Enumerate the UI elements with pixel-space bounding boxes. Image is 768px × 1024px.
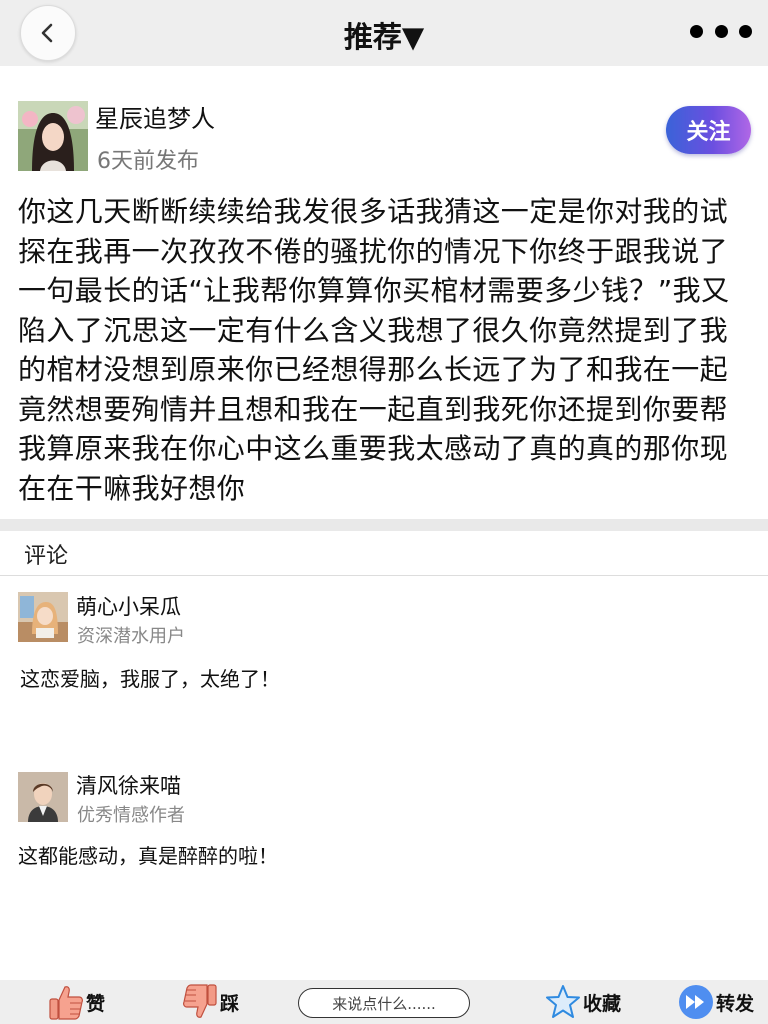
fast-forward-icon xyxy=(679,985,713,1019)
comment-text: 这恋爱脑，我服了，太绝了！ xyxy=(20,667,280,691)
feed-selector[interactable]: 推荐▼ xyxy=(0,14,768,56)
author-name[interactable]: 星辰追梦人 xyxy=(95,99,215,134)
commenter-title: 资深潜水用户 xyxy=(77,626,185,647)
author-avatar[interactable] xyxy=(18,101,88,171)
comment-input[interactable]: 来说点什么...... xyxy=(298,988,470,1018)
more-dots-icon[interactable] xyxy=(690,24,752,38)
commenter-name[interactable]: 清风徐来喵 xyxy=(76,770,181,800)
commenter-name[interactable]: 萌心小呆瓜 xyxy=(76,591,181,621)
top-bar: 推荐▼ xyxy=(0,0,768,66)
thumbs-up-icon xyxy=(49,986,83,1020)
divider xyxy=(0,575,768,576)
share-label: 转发 xyxy=(716,992,755,1015)
like-label: 赞 xyxy=(86,992,106,1015)
thumbs-down-icon xyxy=(183,984,217,1018)
dislike-label: 踩 xyxy=(220,992,240,1015)
comment-text: 这都能感动，真是醉醉的啦！ xyxy=(18,844,278,868)
commenter-avatar[interactable] xyxy=(18,772,68,822)
favorite-button[interactable]: 收藏 xyxy=(545,980,621,1024)
dislike-button[interactable]: 踩 xyxy=(182,980,239,1024)
star-icon xyxy=(546,985,580,1018)
commenter-title: 优秀情感作者 xyxy=(77,805,185,826)
post-time: 6天前发布 xyxy=(97,149,199,174)
favorite-label: 收藏 xyxy=(583,992,622,1015)
like-button[interactable]: 赞 xyxy=(48,980,105,1024)
follow-button[interactable]: 关注 xyxy=(666,106,751,154)
section-divider xyxy=(0,519,768,531)
commenter-avatar[interactable] xyxy=(18,592,68,642)
bottom-action-bar: 赞 踩 来说点什么...... 收藏 转发 xyxy=(0,980,768,1024)
post-text: 你这几天断断续续给我发很多话我猜这一定是你对我的试探在我再一次孜孜不倦的骚扰你的… xyxy=(18,195,730,505)
comments-header: 评论 xyxy=(24,544,69,569)
share-button[interactable]: 转发 xyxy=(678,980,754,1024)
